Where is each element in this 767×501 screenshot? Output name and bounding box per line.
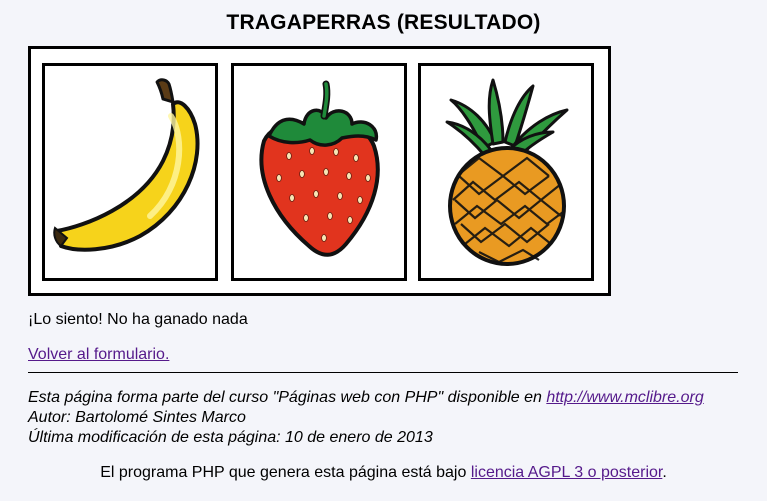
strawberry-icon bbox=[259, 80, 380, 257]
result-message: ¡Lo siento! No ha ganado nada bbox=[28, 311, 248, 328]
footer-divider bbox=[28, 372, 738, 373]
license-suffix: . bbox=[662, 464, 667, 481]
footer-author: Autor: Bartolomé Sintes Marco bbox=[28, 409, 246, 426]
slot-2 bbox=[231, 63, 407, 281]
slot-3 bbox=[418, 63, 594, 281]
footer-info: Esta página forma parte del curso "Págin… bbox=[28, 388, 704, 448]
mclibre-link[interactable]: http://www.mclibre.org bbox=[546, 389, 703, 406]
page: TRAGAPERRAS (RESULTADO) ¡Lo siento! No h… bbox=[0, 0, 767, 501]
license-line: El programa PHP que genera esta página e… bbox=[0, 464, 767, 482]
banana-icon bbox=[53, 78, 200, 252]
back-to-form-link[interactable]: Volver al formulario. bbox=[28, 346, 169, 364]
footer-modified: Última modificación de esta página: 10 d… bbox=[28, 429, 433, 446]
footer-course-text: Esta página forma parte del curso "Págin… bbox=[28, 389, 547, 406]
pineapple-icon bbox=[445, 78, 569, 266]
slot-machine bbox=[28, 46, 611, 296]
license-text: El programa PHP que genera esta página e… bbox=[100, 464, 471, 481]
footer-course-line: Esta página forma parte del curso "Págin… bbox=[28, 388, 704, 408]
page-title: TRAGAPERRAS (RESULTADO) bbox=[226, 11, 541, 34]
license-link[interactable]: licencia AGPL 3 o posterior bbox=[471, 464, 663, 481]
slot-1 bbox=[42, 63, 218, 281]
